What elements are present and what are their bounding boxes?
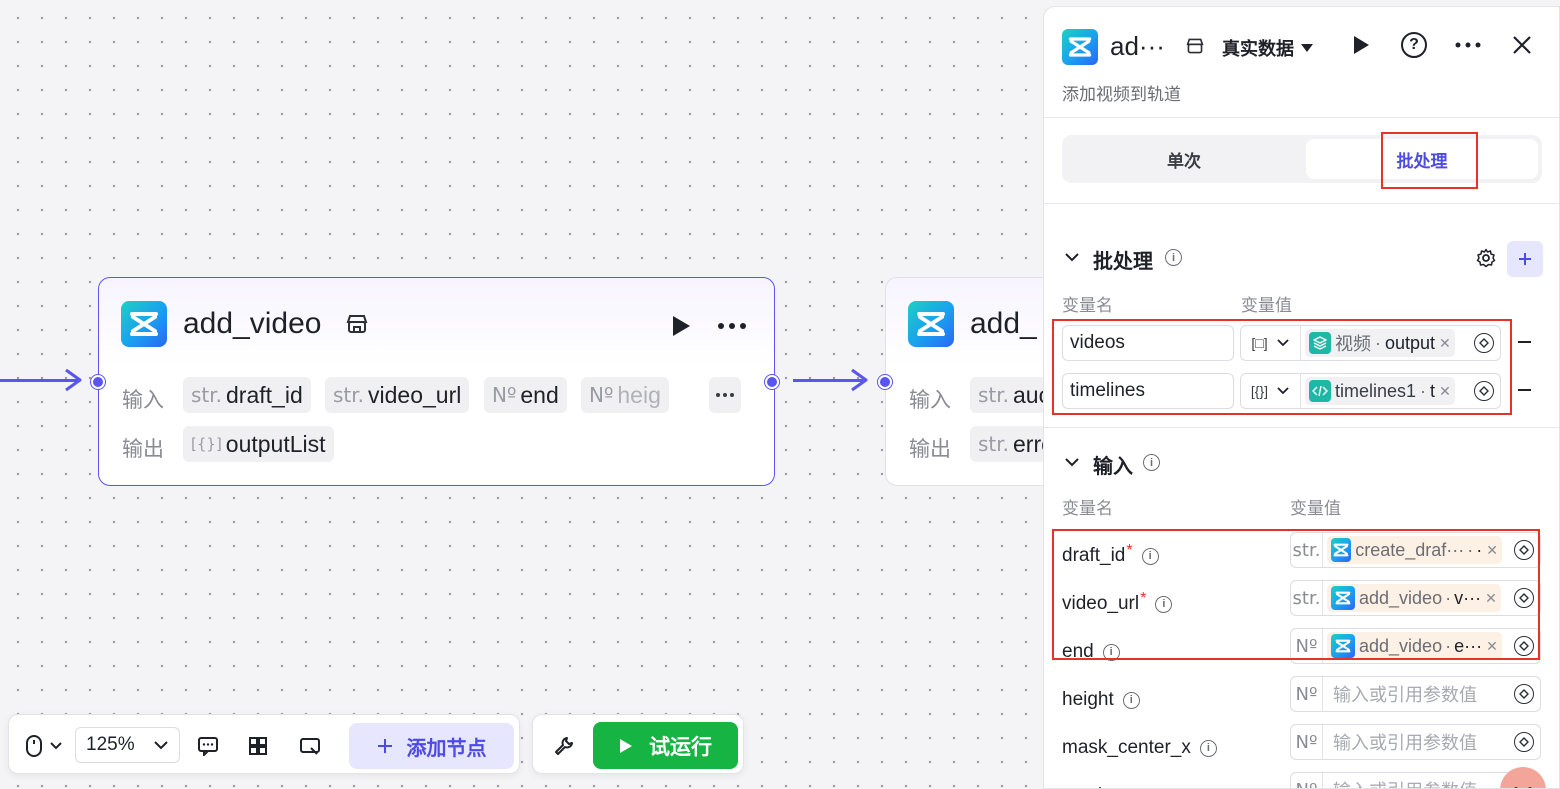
edge-arrow-icon bbox=[65, 368, 82, 392]
section-divider bbox=[1044, 427, 1559, 428]
type-tag: Nº bbox=[1291, 677, 1323, 711]
col-header-name: 变量名 bbox=[1062, 499, 1113, 518]
grid-layout-icon bbox=[249, 737, 267, 755]
input-chip-height: Nº heig bbox=[581, 377, 669, 413]
close-icon[interactable] bbox=[1512, 35, 1532, 55]
input-var-name: mask_center_x i bbox=[1062, 734, 1217, 762]
highlight-batch-tab bbox=[1381, 132, 1478, 189]
add-batch-variable-button[interactable] bbox=[1507, 241, 1543, 277]
info-icon: i bbox=[1143, 454, 1160, 471]
gear-icon[interactable] bbox=[1476, 248, 1496, 268]
col-header-value: 变量值 bbox=[1290, 499, 1341, 518]
plus-icon bbox=[1519, 253, 1531, 265]
reference-picker-icon[interactable] bbox=[1514, 684, 1534, 704]
value-placeholder: 输入或引用参数值 bbox=[1333, 777, 1477, 788]
mouse-icon bbox=[26, 735, 42, 757]
assistant-avatar[interactable] bbox=[1500, 767, 1546, 788]
input-var-name: mask_center_yi bbox=[1062, 782, 1217, 788]
col-header-value: 变量值 bbox=[1241, 296, 1292, 315]
output-row-label: 输出 bbox=[122, 438, 164, 461]
caret-down-icon bbox=[1301, 44, 1313, 52]
play-icon bbox=[620, 738, 632, 753]
tab-single[interactable]: 单次 bbox=[1066, 139, 1302, 179]
node-title: add_ bbox=[970, 307, 1037, 340]
value-placeholder: 输入或引用参数值 bbox=[1333, 685, 1477, 705]
node2-input-port[interactable] bbox=[878, 375, 892, 389]
node1-output-port[interactable] bbox=[765, 375, 779, 389]
input-section-title: 输入 bbox=[1093, 456, 1133, 478]
input-chip-video-url: str. video_url bbox=[325, 377, 470, 413]
node-config-panel: ad··· 真实数据 ? 添加视频到轨道 单次 批处理 批处理 i 变量名 变量… bbox=[1043, 6, 1560, 789]
input-var-value[interactable]: Nº 输入或引用参数值 bbox=[1290, 676, 1541, 712]
node1-input-port[interactable] bbox=[91, 375, 105, 389]
value-placeholder: 输入或引用参数值 bbox=[1333, 733, 1477, 753]
reference-picker-icon[interactable] bbox=[1514, 732, 1534, 752]
input-var-value[interactable]: Nº 输入或引用参数值 bbox=[1290, 724, 1541, 760]
capcut-logo-icon bbox=[121, 301, 167, 347]
debug-settings-button[interactable] bbox=[547, 729, 581, 763]
collapse-chevron-icon[interactable] bbox=[1064, 251, 1080, 263]
test-run-button[interactable]: 试运行 bbox=[593, 722, 738, 769]
input-chip-end: Nº end bbox=[484, 377, 567, 413]
panel-title: ad··· bbox=[1110, 31, 1165, 61]
store-icon bbox=[1186, 38, 1204, 54]
info-icon: i bbox=[1122, 691, 1140, 709]
edge-arrow-icon bbox=[851, 368, 868, 392]
minimap-icon bbox=[300, 738, 320, 755]
interaction-mode-button[interactable] bbox=[19, 729, 69, 763]
node-title: add_video bbox=[183, 307, 322, 340]
chevron-down-icon bbox=[50, 742, 62, 750]
plus-icon bbox=[377, 739, 392, 753]
output-chip-output-list: [{}] outputList bbox=[183, 426, 334, 462]
collapse-chevron-icon[interactable] bbox=[1064, 456, 1080, 468]
chevron-down-icon bbox=[154, 741, 168, 750]
type-tag: Nº bbox=[1291, 773, 1323, 788]
capcut-logo-icon bbox=[1062, 29, 1098, 65]
minimap-button[interactable] bbox=[293, 729, 327, 763]
col-header-name: 变量名 bbox=[1062, 296, 1113, 315]
more-icon[interactable] bbox=[717, 322, 747, 330]
run-icon[interactable] bbox=[1352, 35, 1370, 55]
more-icon[interactable] bbox=[1455, 41, 1481, 49]
highlight-input-rows bbox=[1052, 529, 1540, 660]
node-add-video[interactable]: add_video 输入 str. draft_id str. video_url … bbox=[98, 277, 775, 486]
input-row-label: 输入 bbox=[122, 389, 164, 412]
comment-button[interactable] bbox=[191, 729, 225, 763]
input-row-label: 输入 bbox=[909, 389, 951, 412]
header-divider bbox=[1044, 117, 1559, 118]
layout-button[interactable] bbox=[241, 729, 275, 763]
run-node-icon[interactable] bbox=[671, 315, 691, 337]
remove-batch-row-button[interactable] bbox=[1518, 389, 1531, 391]
type-tag: Nº bbox=[1291, 725, 1323, 759]
help-icon[interactable]: ? bbox=[1401, 32, 1427, 58]
highlight-batch-rows bbox=[1052, 319, 1512, 415]
run-toolbar: 试运行 bbox=[532, 714, 744, 774]
data-mode-select[interactable]: 真实数据 bbox=[1222, 35, 1314, 61]
panel-subtitle: 添加视频到轨道 bbox=[1062, 85, 1181, 104]
add-node-button[interactable]: 添加节点 bbox=[349, 723, 514, 769]
wrench-icon bbox=[555, 737, 573, 755]
store-icon bbox=[346, 315, 368, 333]
info-icon: i bbox=[1199, 739, 1217, 757]
input-var-name: height i bbox=[1062, 686, 1140, 714]
info-icon: i bbox=[1165, 249, 1182, 266]
capcut-logo-icon bbox=[908, 301, 954, 347]
batch-section-title: 批处理 bbox=[1093, 251, 1153, 273]
inputs-more-button[interactable] bbox=[709, 377, 741, 413]
remove-batch-row-button[interactable] bbox=[1518, 341, 1531, 343]
zoom-value: 125% bbox=[86, 734, 135, 755]
canvas-toolbar: 125% 添加节点 bbox=[8, 714, 520, 774]
tabs-divider bbox=[1044, 203, 1559, 204]
comment-icon bbox=[198, 737, 218, 756]
input-chip-draft-id: str. draft_id bbox=[183, 377, 311, 413]
output-row-label: 输出 bbox=[909, 438, 951, 461]
zoom-select[interactable]: 125% bbox=[75, 727, 180, 763]
